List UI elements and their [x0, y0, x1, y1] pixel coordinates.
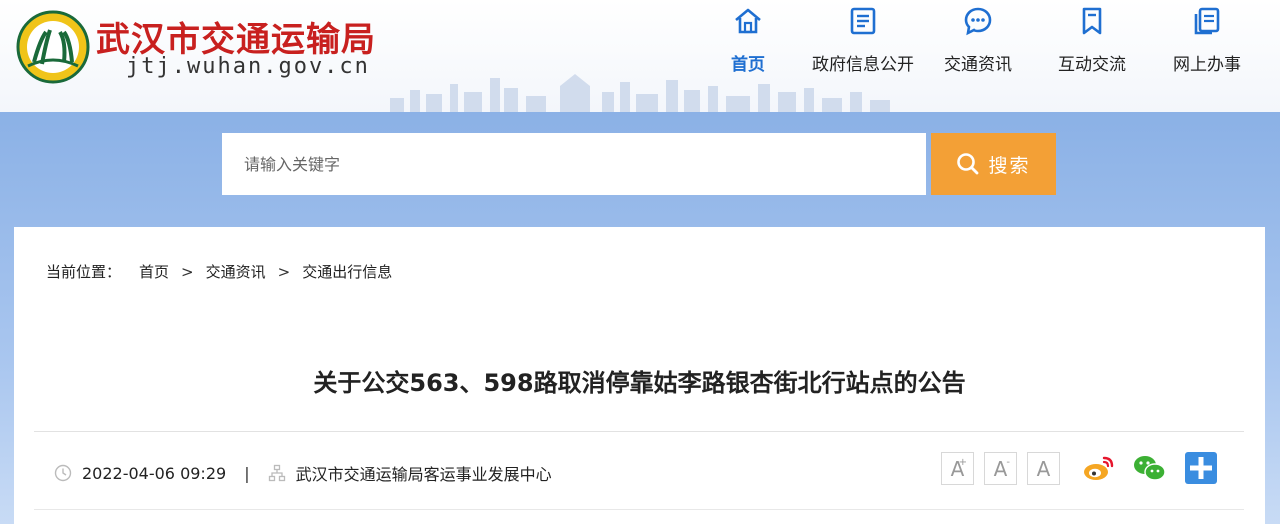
- search-button[interactable]: 搜索: [931, 133, 1056, 195]
- nav-item-interaction[interactable]: 互动交流: [1032, 6, 1152, 75]
- nav-label-online-service: 网上办事: [1173, 55, 1241, 75]
- breadcrumb-link-travel-info[interactable]: 交通出行信息: [302, 261, 392, 282]
- plus-icon: [1185, 452, 1217, 484]
- breadcrumb-separator: >: [181, 262, 194, 281]
- nav-label-home: 首页: [731, 55, 765, 75]
- share-weibo-button[interactable]: [1082, 453, 1116, 487]
- home-icon: [735, 8, 761, 34]
- font-increase-mark: +: [958, 457, 967, 468]
- site-domain: jtj.wuhan.gov.cn: [126, 54, 370, 79]
- clock-icon: [54, 464, 72, 482]
- site-header: 武汉市交通运输局 jtj.wuhan.gov.cn 首页 政府信息公开 交通资讯: [0, 0, 1280, 112]
- meta-separator: |: [244, 463, 250, 483]
- article-meta: 2022-04-06 09:29 | 武汉市交通运输局客运事业发展中心: [54, 461, 552, 485]
- chat-icon: [964, 7, 992, 36]
- document-icon: [850, 7, 876, 35]
- breadcrumb-prefix: 当前位置：: [46, 263, 122, 281]
- bookmark-icon: [1082, 7, 1102, 35]
- nav-label-traffic-news: 交通资讯: [944, 55, 1012, 75]
- breadcrumb-separator: >: [277, 262, 291, 281]
- article-title: 关于公交563、598路取消停靠姑李路银杏街北行站点的公告: [313, 369, 966, 397]
- meta-divider: [34, 509, 1244, 510]
- nav-label-gov-info: 政府信息公开: [812, 55, 914, 75]
- nav-item-traffic-news[interactable]: 交通资讯: [918, 6, 1038, 75]
- font-decrease-button[interactable]: A-: [984, 452, 1017, 485]
- share-buttons: [1082, 451, 1218, 489]
- nav-label-interaction: 互动交流: [1058, 55, 1126, 75]
- search-button-label: 搜索: [988, 154, 1031, 177]
- city-skyline-decoration: [390, 74, 890, 112]
- files-icon: [1194, 7, 1220, 35]
- breadcrumb-link-traffic-news[interactable]: 交通资讯: [206, 261, 266, 282]
- breadcrumb-link-home[interactable]: 首页: [139, 261, 169, 282]
- wechat-icon: [1134, 456, 1166, 481]
- font-increase-button[interactable]: A +: [941, 452, 974, 485]
- search-icon: [957, 153, 979, 175]
- organization-icon: [268, 464, 285, 482]
- font-reset-button[interactable]: A: [1027, 452, 1060, 485]
- font-size-controls: A + A- A: [941, 452, 1060, 485]
- weibo-icon: [1084, 456, 1114, 480]
- wuhan-emblem-logo: [16, 10, 90, 84]
- nav-item-gov-info[interactable]: 政府信息公开: [803, 6, 923, 75]
- search-input[interactable]: [222, 133, 926, 195]
- share-more-button[interactable]: [1184, 451, 1218, 489]
- article-card: 当前位置： 首页 > 交通资讯 > 交通出行信息 关于公交563、598路取消停…: [14, 227, 1265, 524]
- publish-date: 2022-04-06 09:29: [82, 463, 227, 483]
- breadcrumb: 当前位置： 首页 > 交通资讯 > 交通出行信息: [46, 261, 392, 282]
- nav-item-online-service[interactable]: 网上办事: [1147, 6, 1267, 75]
- font-decrease-label: A: [993, 456, 1008, 481]
- font-reset-label: A: [1036, 456, 1051, 481]
- nav-item-home[interactable]: 首页: [688, 6, 808, 75]
- article-source: 武汉市交通运输局客运事业发展中心: [295, 465, 552, 484]
- title-divider: [34, 431, 1244, 432]
- share-wechat-button[interactable]: [1132, 453, 1168, 487]
- font-decrease-mark: -: [1006, 457, 1010, 468]
